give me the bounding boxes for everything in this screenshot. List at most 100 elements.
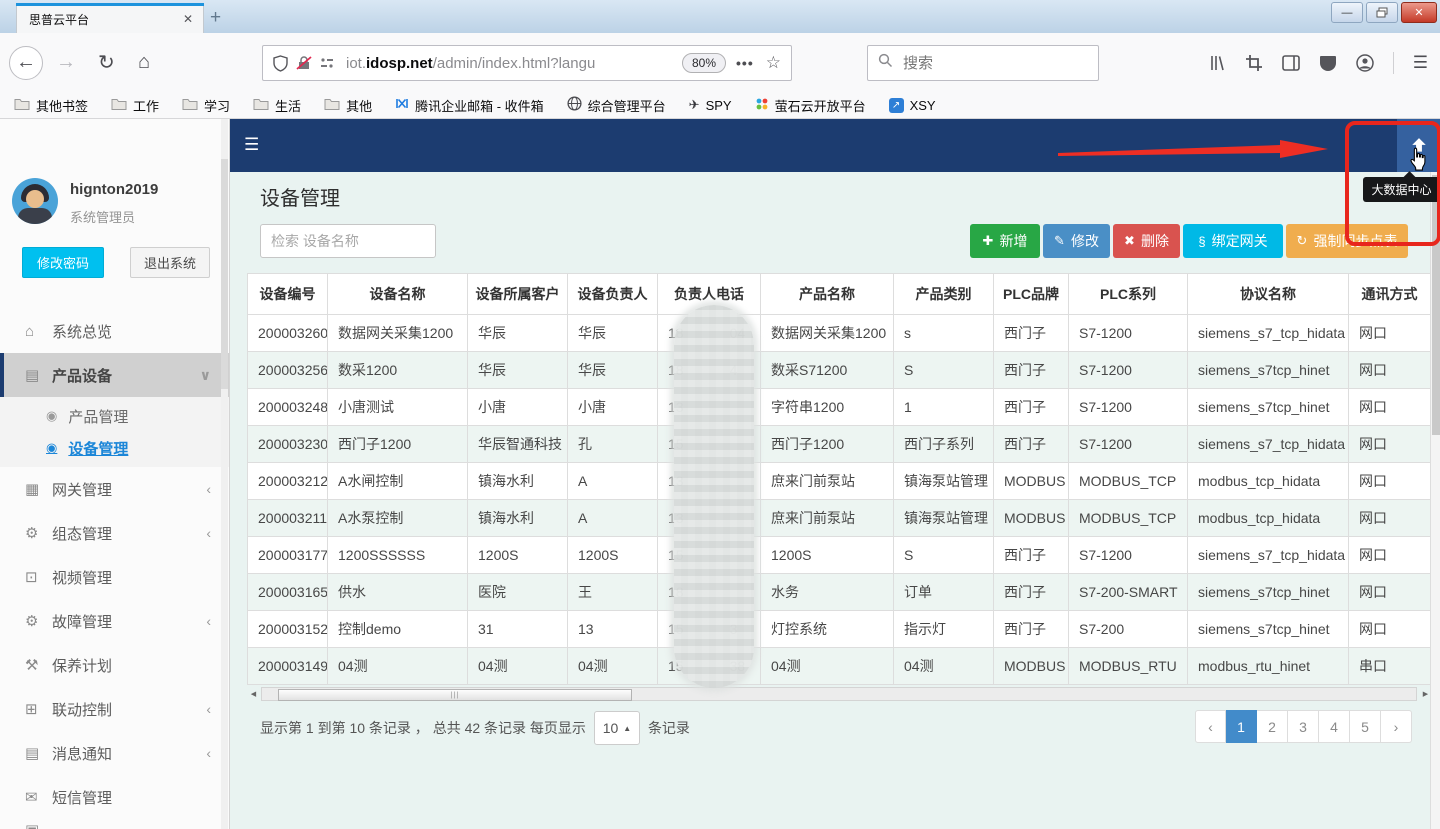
sidebar-item-config[interactable]: ⚙组态管理‹ [0,511,229,555]
bind-gateway-button[interactable]: §绑定网关 [1183,224,1283,258]
cell: 华辰 [568,352,658,389]
bookmark-item[interactable]: 其他 [324,96,372,115]
bookmark-item[interactable]: ↗XSY [889,98,936,113]
sidebar-item-product-device[interactable]: ▤产品设备∨ [0,353,229,397]
sidebar-item-partial[interactable]: ▣ [0,819,229,829]
cell: 网口 [1349,537,1431,574]
tencent-mail-icon [395,97,409,113]
column-header[interactable]: PLC系列 [1069,274,1188,315]
sidebar-item-overview[interactable]: ⌂系统总览 [0,309,229,353]
sidebar-item-message[interactable]: ▤消息通知‹ [0,731,229,775]
bookmark-item[interactable]: 其他书签 [14,96,88,115]
tab-close-icon[interactable]: ✕ [183,12,203,26]
sidebar-item-gateway[interactable]: ▦网关管理‹ [0,467,229,511]
sidebar-scrollbar[interactable] [221,119,228,829]
column-header[interactable]: 设备所属客户 [468,274,568,315]
cell: siemens_s7tcp_hinet [1188,352,1349,389]
scroll-left-icon[interactable]: ◀ [247,688,260,700]
change-password-button[interactable]: 修改密码 [22,247,104,278]
bookmark-item[interactable]: 工作 [111,96,159,115]
browser-search-input[interactable] [901,54,1075,73]
page-actions-icon[interactable]: ••• [736,55,754,71]
bookmark-item[interactable]: ✈SPY [689,97,732,113]
sidebar-toggle-icon[interactable] [1282,55,1300,71]
reload-button[interactable]: ↻ [98,33,115,92]
page-button-2[interactable]: 2 [1257,710,1288,743]
lock-insecure-icon[interactable] [296,55,312,71]
delete-button[interactable]: ✖删除 [1113,224,1180,258]
page-next-button[interactable]: › [1381,710,1412,743]
sidebar-item-sms[interactable]: ✉短信管理 [0,775,229,819]
page-button-3[interactable]: 3 [1288,710,1319,743]
screenshot-icon[interactable] [1245,54,1263,72]
column-header[interactable]: 设备负责人 [568,274,658,315]
account-icon[interactable] [1356,54,1374,72]
device-search-input[interactable] [260,224,436,258]
table-row[interactable]: 2000031771200SSSSSS1200S1200S151200SS西门子… [248,537,1431,574]
page-button-4[interactable]: 4 [1319,710,1350,743]
close-button[interactable]: ✕ [1401,2,1437,23]
library-icon[interactable] [1208,54,1226,72]
column-header[interactable]: 设备编号 [248,274,328,315]
pocket-icon[interactable] [1319,55,1337,71]
column-header[interactable]: 通讯方式 [1349,274,1431,315]
column-header[interactable]: PLC品牌 [994,274,1069,315]
bookmark-item[interactable]: 萤石云开放平台 [755,96,866,115]
page-size-select[interactable]: 10▲ [594,711,640,745]
bookmark-item[interactable]: 腾讯企业邮箱 - 收件箱 [395,96,544,115]
bookmark-item[interactable]: 生活 [253,96,301,115]
table-row[interactable]: 200003260数据网关采集1200华辰华辰1804数据网关采集1200s西门… [248,315,1431,352]
minimize-button[interactable]: — [1331,2,1363,23]
browser-search[interactable] [867,45,1099,81]
table-row[interactable]: 200003212A水闸控制镇海水利A13庶来门前泵站镇海泵站管理MODBUSM… [248,463,1431,500]
table-row[interactable]: 200003165供水医院王18水务订单西门子S7-200-SMARTsieme… [248,574,1431,611]
sidebar-submenu: ◉产品管理◉设备管理 [0,397,229,467]
cell: 小唐测试 [328,389,468,426]
edit-button[interactable]: ✎修改 [1043,224,1110,258]
sidebar-item-linkage[interactable]: ⊞联动控制‹ [0,687,229,731]
table-hscrollbar[interactable]: ◀ ||| ▶ [247,687,1430,701]
logout-button[interactable]: 退出系统 [130,247,210,278]
shield-icon[interactable] [273,55,288,72]
forward-button[interactable]: → [56,33,76,92]
toolbar-divider [1393,52,1394,74]
home-button[interactable]: ⌂ [138,33,150,92]
zoom-badge[interactable]: 80% [682,53,726,73]
column-header[interactable]: 设备名称 [328,274,468,315]
bookmark-star-icon[interactable]: ☆ [766,53,781,73]
table-row[interactable]: 20000314904测04测04测153804测04测MODBUSMODBUS… [248,648,1431,685]
cell: A [568,463,658,500]
table-row[interactable]: 200003152控制demo3113153灯控系统指示灯西门子S7-200si… [248,611,1431,648]
sidebar-subitem-product-mgmt[interactable]: ◉产品管理 [0,400,229,432]
hscroll-thumb[interactable]: ||| [278,689,632,701]
sidebar-subitem-device-mgmt[interactable]: ◉设备管理 [0,432,229,464]
bookmark-item[interactable]: 学习 [182,96,230,115]
bookmark-item[interactable]: 综合管理平台 [567,96,666,115]
restore-button[interactable] [1366,2,1398,23]
avatar[interactable] [12,178,58,224]
add-button[interactable]: ✚新增 [970,224,1040,258]
sidebar-collapse-icon[interactable]: ☰ [244,135,259,155]
sidebar-item-video[interactable]: ⊡视频管理 [0,555,229,599]
table-row[interactable]: 200003256数采1200华辰华辰184数采S71200S西门子S7-120… [248,352,1431,389]
table-row[interactable]: 200003248小唐测试小唐小唐13字符串12001西门子S7-1200sie… [248,389,1431,426]
browser-tab[interactable]: 思普云平台 ✕ [16,3,204,34]
url-bar[interactable]: iot.idosp.net/admin/index.html?langu 80%… [262,45,792,81]
browser-scrollbar[interactable] [1430,172,1440,829]
new-tab-button[interactable]: + [210,5,221,31]
sidebar-item-maintenance[interactable]: ⚒保养计划 [0,643,229,687]
page-button-1[interactable]: 1 [1226,710,1257,743]
column-header[interactable]: 产品名称 [761,274,894,315]
column-header[interactable]: 协议名称 [1188,274,1349,315]
cell: 庶来门前泵站 [761,500,894,537]
page-prev-button[interactable]: ‹ [1195,710,1226,743]
table-row[interactable]: 200003211A水泵控制镇海水利A13庶来门前泵站镇海泵站管理MODBUSM… [248,500,1431,537]
menu-icon[interactable]: ☰ [1413,53,1428,73]
sidebar-item-fault[interactable]: ⚙故障管理‹ [0,599,229,643]
permissions-icon[interactable] [320,56,334,70]
column-header[interactable]: 产品类别 [894,274,994,315]
page-button-5[interactable]: 5 [1350,710,1381,743]
table-row[interactable]: 200003230西门子1200华辰智通科技孔15西门子1200西门子系列西门子… [248,426,1431,463]
back-button[interactable]: ← [9,33,43,92]
cell: modbus_rtu_hinet [1188,648,1349,685]
